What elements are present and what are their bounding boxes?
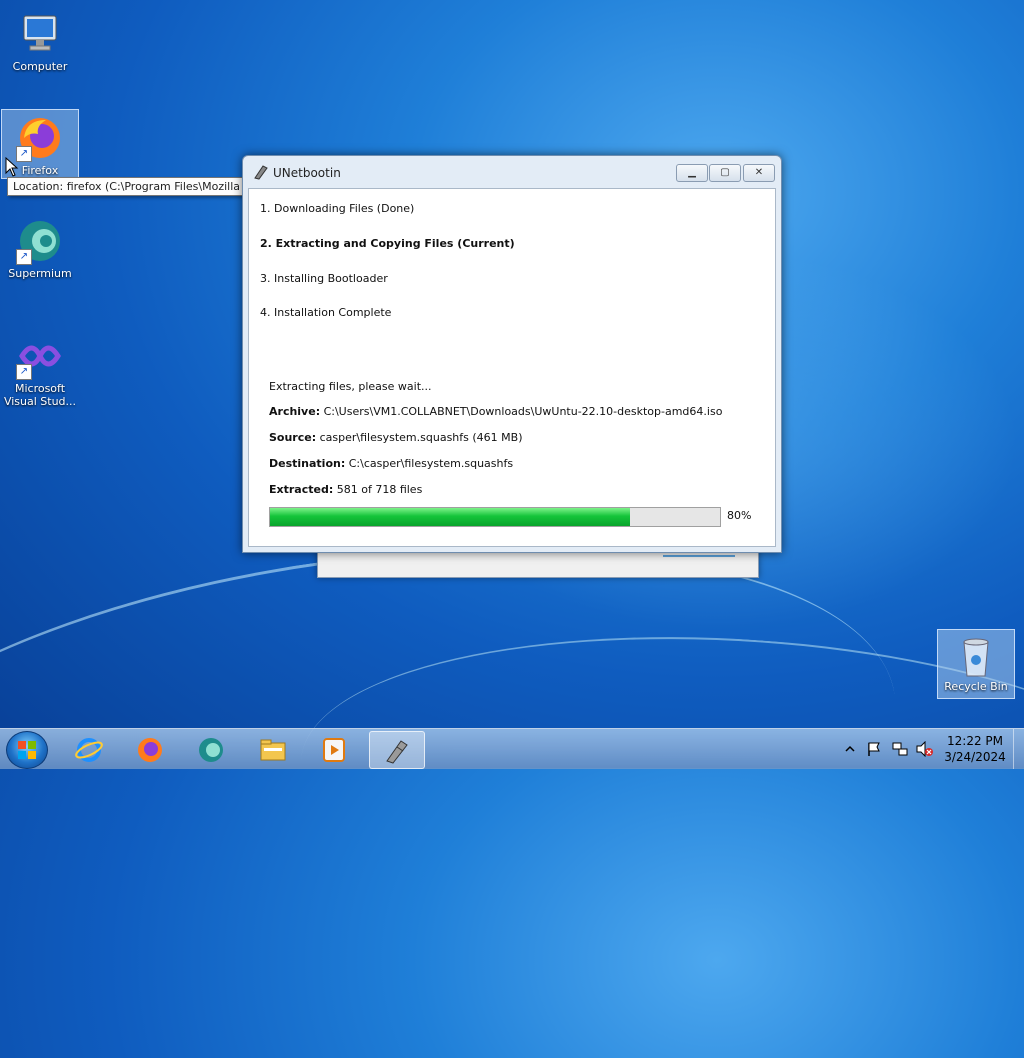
firefox-icon: ↗	[16, 114, 64, 162]
extracted-value: 581 of 718 files	[336, 483, 423, 496]
network-icon[interactable]	[891, 741, 909, 757]
step-installation-complete: 4. Installation Complete	[260, 306, 392, 319]
extracted-info: Extracted: 581 of 718 files	[269, 483, 422, 496]
desktop-icon-label: Computer	[12, 60, 68, 73]
minimize-icon: ▁	[688, 167, 696, 178]
recycle-bin-label: Recycle Bin	[944, 680, 1008, 693]
maximize-button[interactable]: ▢	[709, 164, 741, 182]
desktop-icon-label: Microsoft	[14, 382, 66, 395]
progress-percent: 80%	[727, 509, 752, 522]
step-extracting: 2. Extracting and Copying Files (Current…	[260, 237, 515, 250]
show-hidden-icons-icon[interactable]	[845, 744, 855, 754]
source-label: Source:	[269, 431, 317, 444]
unetbootin-window[interactable]: UNetbootin ▁ ▢ ✕ 1. Downloading Files (D…	[242, 155, 782, 553]
archive-label: Archive:	[269, 405, 321, 418]
archive-value: C:\Users\VM1.COLLABNET\Downloads\UwUntu-…	[323, 405, 723, 418]
desktop-icon-recycle-bin[interactable]: Recycle Bin	[937, 629, 1015, 699]
desktop-icon-computer[interactable]: Computer	[2, 6, 78, 74]
wallpaper-swoosh	[290, 608, 1024, 974]
supermium-icon	[199, 738, 223, 762]
window-title: UNetbootin	[273, 166, 341, 180]
maximize-icon: ▢	[720, 167, 730, 178]
start-button[interactable]	[6, 731, 48, 769]
firefox-icon	[138, 738, 162, 762]
shortcut-arrow-icon: ↗	[16, 249, 32, 265]
source-info: Source: casper\filesystem.squashfs (461 …	[269, 431, 522, 444]
destination-value: C:\casper\filesystem.squashfs	[348, 457, 514, 470]
internet-explorer-icon	[75, 738, 103, 762]
close-icon: ✕	[754, 167, 764, 178]
file-explorer-icon	[260, 739, 286, 761]
desktop-icon-label: Supermium	[8, 267, 72, 280]
taskbar-internet-explorer[interactable]	[62, 731, 116, 767]
destination-label: Destination:	[269, 457, 346, 470]
desktop-icon-label: Visual Stud...	[3, 395, 77, 408]
clock-time: 12:22 PM	[947, 734, 1003, 748]
taskbar-file-explorer[interactable]	[246, 731, 300, 767]
system-clock[interactable]: 12:22 PM 3/24/2024	[935, 733, 1015, 765]
show-desktop-button[interactable]	[1013, 729, 1024, 769]
taskbar-firefox[interactable]	[123, 731, 177, 767]
destination-info: Destination: C:\casper\filesystem.squash…	[269, 457, 513, 470]
source-value: casper\filesystem.squashfs (461 MB)	[319, 431, 523, 444]
mouse-cursor-icon	[5, 157, 19, 177]
unetbootin-icon	[254, 165, 268, 180]
media-player-icon	[323, 738, 345, 762]
desktop-icon-visual-studio[interactable]: ↗ Microsoft Visual Stud...	[2, 328, 78, 408]
status-text: Extracting files, please wait...	[269, 380, 432, 393]
window-content: 1. Downloading Files (Done) 2. Extractin…	[248, 188, 776, 547]
action-center-flag-icon[interactable]	[866, 741, 882, 757]
minimize-button[interactable]: ▁	[676, 164, 708, 182]
supermium-icon: ↗	[16, 217, 64, 265]
title-bar[interactable]: UNetbootin ▁ ▢ ✕	[243, 156, 781, 188]
step-downloading: 1. Downloading Files (Done)	[260, 202, 415, 215]
shortcut-arrow-icon: ↗	[16, 364, 32, 380]
progress-bar-fill	[270, 508, 630, 526]
extracted-label: Extracted:	[269, 483, 334, 496]
step-installing-bootloader: 3. Installing Bootloader	[260, 272, 388, 285]
archive-info: Archive: C:\Users\VM1.COLLABNET\Download…	[269, 405, 722, 418]
visual-studio-icon: ↗	[16, 332, 64, 380]
computer-icon	[16, 10, 64, 58]
windows-logo-icon	[18, 741, 36, 759]
taskbar: 12:22 PM 3/24/2024	[0, 728, 1024, 769]
volume-muted-icon[interactable]	[915, 741, 933, 757]
close-button[interactable]: ✕	[743, 164, 775, 182]
unetbootin-icon	[386, 740, 408, 764]
progress-bar	[269, 507, 721, 527]
taskbar-media-player[interactable]	[307, 731, 361, 767]
desktop-icon-supermium[interactable]: ↗ Supermium	[2, 213, 78, 281]
taskbar-unetbootin[interactable]	[369, 731, 425, 769]
taskbar-supermium[interactable]	[184, 731, 238, 767]
clock-date: 3/24/2024	[944, 750, 1006, 764]
recycle-bin-icon	[952, 632, 1000, 680]
